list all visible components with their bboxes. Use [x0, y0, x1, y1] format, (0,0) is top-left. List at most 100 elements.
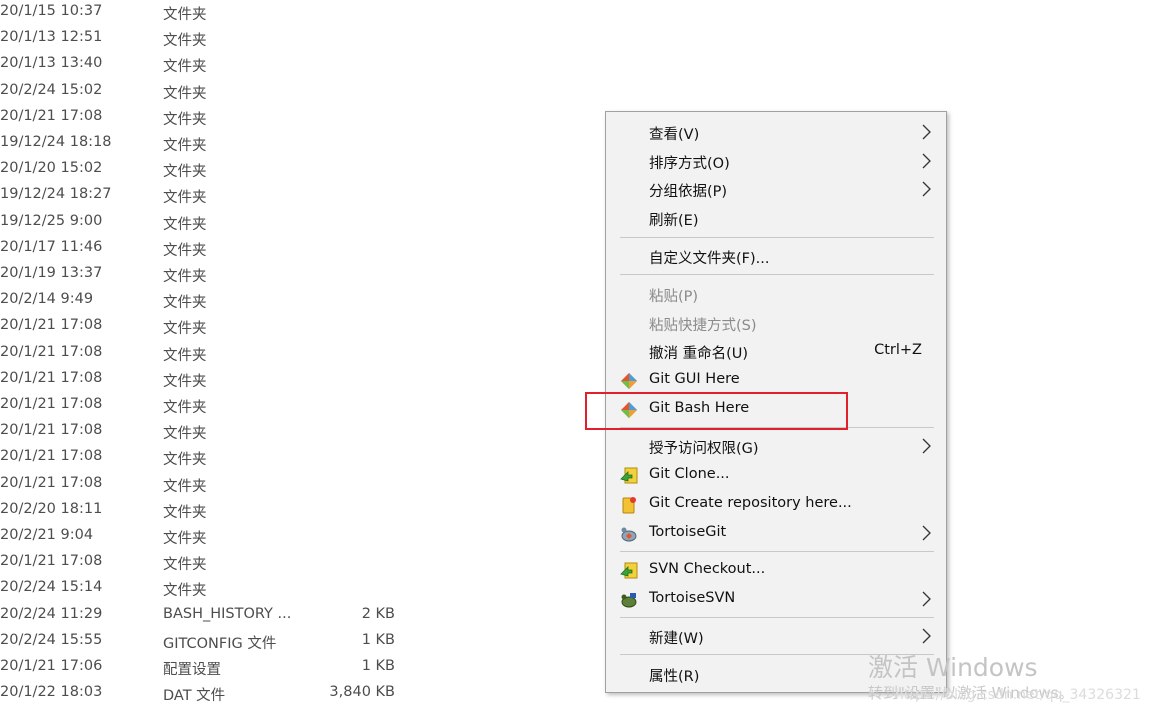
file-row[interactable]: 20/1/21 17:08 文件夹: [0, 367, 560, 393]
file-modified-date: 20/1/21 17:08: [0, 343, 103, 360]
file-size: 2 KB: [361, 605, 395, 622]
file-modified-date: 20/1/15 10:37: [0, 3, 103, 19]
menu-item-label: 自定义文件夹(F)...: [649, 251, 770, 267]
file-type: 文件夹: [163, 347, 207, 364]
menu-item-label: 粘贴(P): [649, 289, 699, 305]
file-type: 文件夹: [163, 242, 207, 259]
highlight-box: [585, 392, 848, 430]
file-row[interactable]: 19/12/24 18:27 文件夹: [0, 183, 560, 209]
file-type: GITCONFIG 文件: [163, 635, 277, 652]
file-row[interactable]: 19/12/25 9:00 文件夹: [0, 210, 560, 236]
menu-item-svn-checkout[interactable]: SVN Checkout...: [606, 556, 946, 585]
menu-item-refresh[interactable]: 刷新(E): [606, 204, 946, 233]
file-row[interactable]: 20/1/21 17:08 文件夹: [0, 314, 560, 340]
file-type: 文件夹: [163, 216, 207, 233]
file-row[interactable]: 20/2/24 11:29 BASH_HISTORY ... 2 KB: [0, 603, 560, 629]
file-modified-date: 20/1/21 17:08: [0, 396, 103, 412]
menu-item-paste[interactable]: 粘贴(P): [606, 280, 946, 309]
menu-item-tortoisegit[interactable]: TortoiseGit: [606, 519, 946, 548]
menu-item-grant-access[interactable]: 授予访问权限(G): [606, 432, 946, 461]
file-row[interactable]: 19/12/24 18:18 文件夹: [0, 131, 560, 157]
menu-separator: [620, 237, 934, 238]
menu-item-git-create-repo[interactable]: Git Create repository here...: [606, 490, 946, 519]
menu-item-undo-rename[interactable]: 撤消 重命名(U) Ctrl+Z: [606, 337, 946, 366]
menu-item-label: 刷新(E): [649, 213, 699, 229]
file-type: 文件夹: [163, 400, 207, 416]
file-row[interactable]: 20/1/21 17:08 文件夹: [0, 472, 560, 498]
file-row[interactable]: 20/1/21 17:08 文件夹: [0, 445, 560, 471]
file-row[interactable]: 20/1/13 13:40 文件夹: [0, 52, 560, 78]
file-type: 文件夹: [163, 583, 207, 600]
menu-item-label: TortoiseGit: [649, 524, 727, 540]
menu-item-sort-by[interactable]: 排序方式(O): [606, 147, 946, 176]
menu-item-label: 排序方式(O): [649, 156, 730, 172]
file-modified-date: 20/1/21 17:08: [0, 474, 103, 491]
file-modified-date: 20/1/21 17:08: [0, 317, 103, 334]
menu-item-label: TortoiseSVN: [649, 590, 736, 606]
file-modified-date: 20/1/17 11:46: [0, 238, 103, 255]
file-type: 文件夹: [163, 138, 207, 154]
file-type: 文件夹: [163, 531, 207, 547]
file-type: 文件夹: [163, 59, 207, 76]
menu-item-new[interactable]: 新建(W): [606, 622, 946, 651]
file-modified-date: 20/1/13 12:51: [0, 29, 103, 46]
file-row[interactable]: 20/1/13 12:51 文件夹: [0, 26, 560, 52]
file-modified-date: 19/12/24 18:18: [0, 134, 112, 150]
file-type: 配置设置: [163, 662, 221, 678]
file-row[interactable]: 20/1/15 10:37 文件夹: [0, 0, 560, 26]
file-modified-date: 20/2/24 15:14: [0, 579, 103, 596]
menu-item-label: 撤消 重命名(U): [649, 346, 749, 362]
menu-item-label: 新建(W): [649, 631, 704, 647]
file-row[interactable]: 20/1/21 17:08 文件夹: [0, 393, 560, 419]
file-row[interactable]: 20/1/21 17:06 配置设置 1 KB: [0, 655, 560, 681]
file-type: 文件夹: [163, 33, 207, 50]
menu-separator: [620, 274, 934, 275]
file-row[interactable]: 20/2/24 15:02 文件夹: [0, 79, 560, 105]
file-type: 文件夹: [163, 269, 207, 285]
menu-item-paste-shortcut[interactable]: 粘贴快捷方式(S): [606, 309, 946, 338]
file-row[interactable]: 20/2/14 9:49 文件夹: [0, 288, 560, 314]
menu-item-customize-folder[interactable]: 自定义文件夹(F)...: [606, 242, 946, 271]
file-row[interactable]: 20/1/19 13:37 文件夹: [0, 262, 560, 288]
blog-watermark-url: https://blog.csdn.net/qq_34326321: [895, 687, 1141, 703]
tortoisegit-clone-icon: [620, 467, 638, 484]
file-modified-date: 20/1/21 17:08: [0, 422, 103, 439]
menu-item-label: 查看(V): [649, 127, 700, 143]
file-row[interactable]: 20/1/20 15:02 文件夹: [0, 157, 560, 183]
file-type: 文件夹: [163, 478, 207, 495]
file-modified-date: 20/1/21 17:08: [0, 448, 103, 465]
file-row[interactable]: 20/1/21 17:08 文件夹: [0, 341, 560, 367]
menu-item-shortcut: Ctrl+Z: [874, 342, 922, 358]
menu-separator: [620, 551, 934, 552]
menu-item-label: Git Clone...: [649, 466, 730, 482]
file-modified-date: 19/12/25 9:00: [0, 212, 103, 229]
menu-item-group-by[interactable]: 分组依据(P): [606, 175, 946, 204]
file-size: 1 KB: [361, 631, 395, 648]
file-type: 文件夹: [163, 504, 207, 521]
menu-item-label: Git Create repository here...: [649, 495, 852, 511]
file-row[interactable]: 20/1/21 17:08 文件夹: [0, 105, 560, 131]
file-type: 文件夹: [163, 295, 207, 312]
file-row[interactable]: 20/2/21 9:04 文件夹: [0, 524, 560, 550]
file-modified-date: 20/1/20 15:02: [0, 160, 103, 177]
menu-item-git-gui[interactable]: Git GUI Here: [606, 366, 946, 395]
file-modified-date: 20/1/19 13:37: [0, 265, 103, 281]
file-row[interactable]: 20/2/20 18:11 文件夹: [0, 498, 560, 524]
menu-item-label: 粘贴快捷方式(S): [649, 318, 757, 334]
menu-item-label: 授予访问权限(G): [649, 441, 759, 457]
file-row[interactable]: 20/1/21 17:08 文件夹: [0, 550, 560, 576]
menu-separator: [620, 617, 934, 618]
file-row[interactable]: 20/1/21 17:08 文件夹: [0, 419, 560, 445]
menu-item-label: SVN Checkout...: [649, 561, 766, 577]
menu-item-label: 分组依据(P): [649, 184, 728, 200]
file-row[interactable]: 20/1/22 18:03 DAT 文件 3,840 KB: [0, 681, 560, 707]
menu-item-view[interactable]: 查看(V): [606, 118, 946, 147]
file-row[interactable]: 20/1/17 11:46 文件夹: [0, 236, 560, 262]
file-row[interactable]: 20/2/24 15:14 文件夹: [0, 576, 560, 602]
file-type: 文件夹: [163, 557, 207, 574]
menu-item-tortoisesvn[interactable]: TortoiseSVN: [606, 585, 946, 614]
menu-item-git-clone[interactable]: Git Clone...: [606, 461, 946, 490]
file-row[interactable]: 20/2/24 15:55 GITCONFIG 文件 1 KB: [0, 629, 560, 655]
file-type: 文件夹: [163, 164, 207, 181]
tortoisesvn-icon: [621, 593, 637, 608]
